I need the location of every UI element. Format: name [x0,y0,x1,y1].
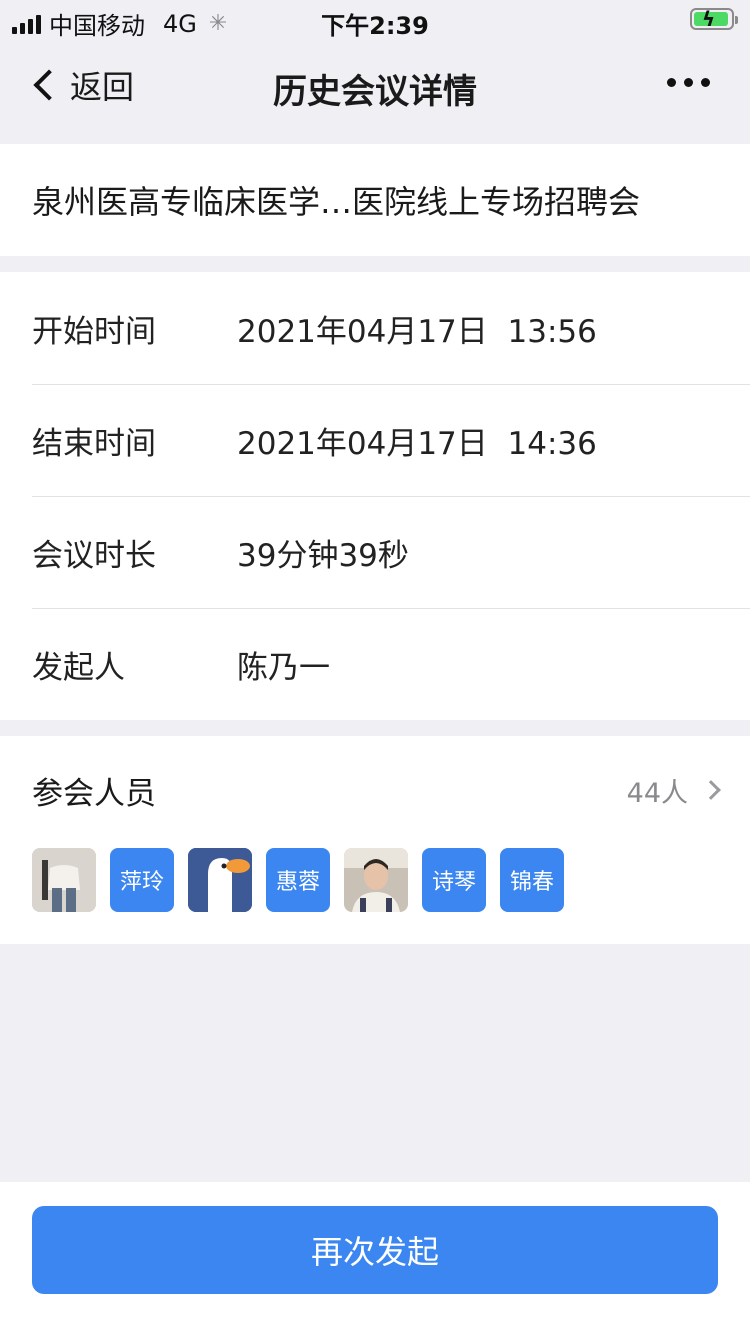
avatar-name: 锦春 [509,870,554,895]
avatar-text[interactable]: 惠蓉 [266,848,330,912]
meeting-title-card: 泉州医高专临床医学…医院线上专场招聘会 [0,144,750,256]
more-icon [667,78,676,87]
avatar-name: 诗琴 [431,870,476,895]
status-bar: 中国移动 4G ✳ 下午2:39 ϟ [0,0,750,40]
restart-meeting-button[interactable]: 再次发起 [32,1206,718,1294]
start-time-row: 开始时间 2021年04月17日 13:56 [0,272,750,384]
avatar-person-photo[interactable] [32,848,96,912]
meeting-info-card: 开始时间 2021年04月17日 13:56 结束时间 2021年04月17日 … [0,272,750,720]
battery-icon: ϟ [690,7,738,31]
members-card: 参会人员 44人 萍玲 惠蓉 诗琴 锦春 [0,736,750,944]
status-time: 下午2:39 [321,12,429,40]
duration-label: 会议时长 [32,537,156,574]
avatar-face-photo[interactable] [344,848,408,912]
members-count: 44人 [626,777,688,809]
host-label: 发起人 [32,649,125,686]
avatar-name: 惠蓉 [275,870,320,895]
end-time-value: 2021年04月17日 14:36 [237,425,597,462]
members-label: 参会人员 [32,775,156,812]
avatar-text[interactable]: 萍玲 [110,848,174,912]
avatar-goose-photo[interactable] [188,848,252,912]
end-time-row: 结束时间 2021年04月17日 14:36 [0,384,750,496]
duration-value: 39分钟39秒 [237,537,409,574]
avatar-text[interactable]: 诗琴 [422,848,486,912]
host-value: 陈乃一 [237,649,330,686]
avatar-list: 萍玲 惠蓉 诗琴 锦春 [32,848,564,912]
avatar-text[interactable]: 锦春 [500,848,564,912]
host-row: 发起人 陈乃一 [0,608,750,720]
members-header: 参会人员 44人 [32,770,721,812]
page-title: 历史会议详情 [273,72,477,112]
end-time-label: 结束时间 [32,425,156,462]
start-time-value: 2021年04月17日 13:56 [237,313,597,350]
chevron-right-icon [701,780,721,800]
more-button[interactable] [667,78,710,87]
bottom-bar: 再次发起 [0,1182,750,1334]
meeting-title: 泉州医高专临床医学…医院线上专场招聘会 [32,183,641,221]
members-count-button[interactable]: 44人 [626,771,721,810]
duration-row: 会议时长 39分钟39秒 [0,496,750,608]
avatar-name: 萍玲 [119,870,164,895]
screen: 中国移动 4G ✳ 下午2:39 ϟ 返回 历史会议详情 泉州医高专临床医学…医… [0,0,750,1334]
nav-bar: 返回 历史会议详情 [0,40,750,144]
start-time-label: 开始时间 [32,313,156,350]
